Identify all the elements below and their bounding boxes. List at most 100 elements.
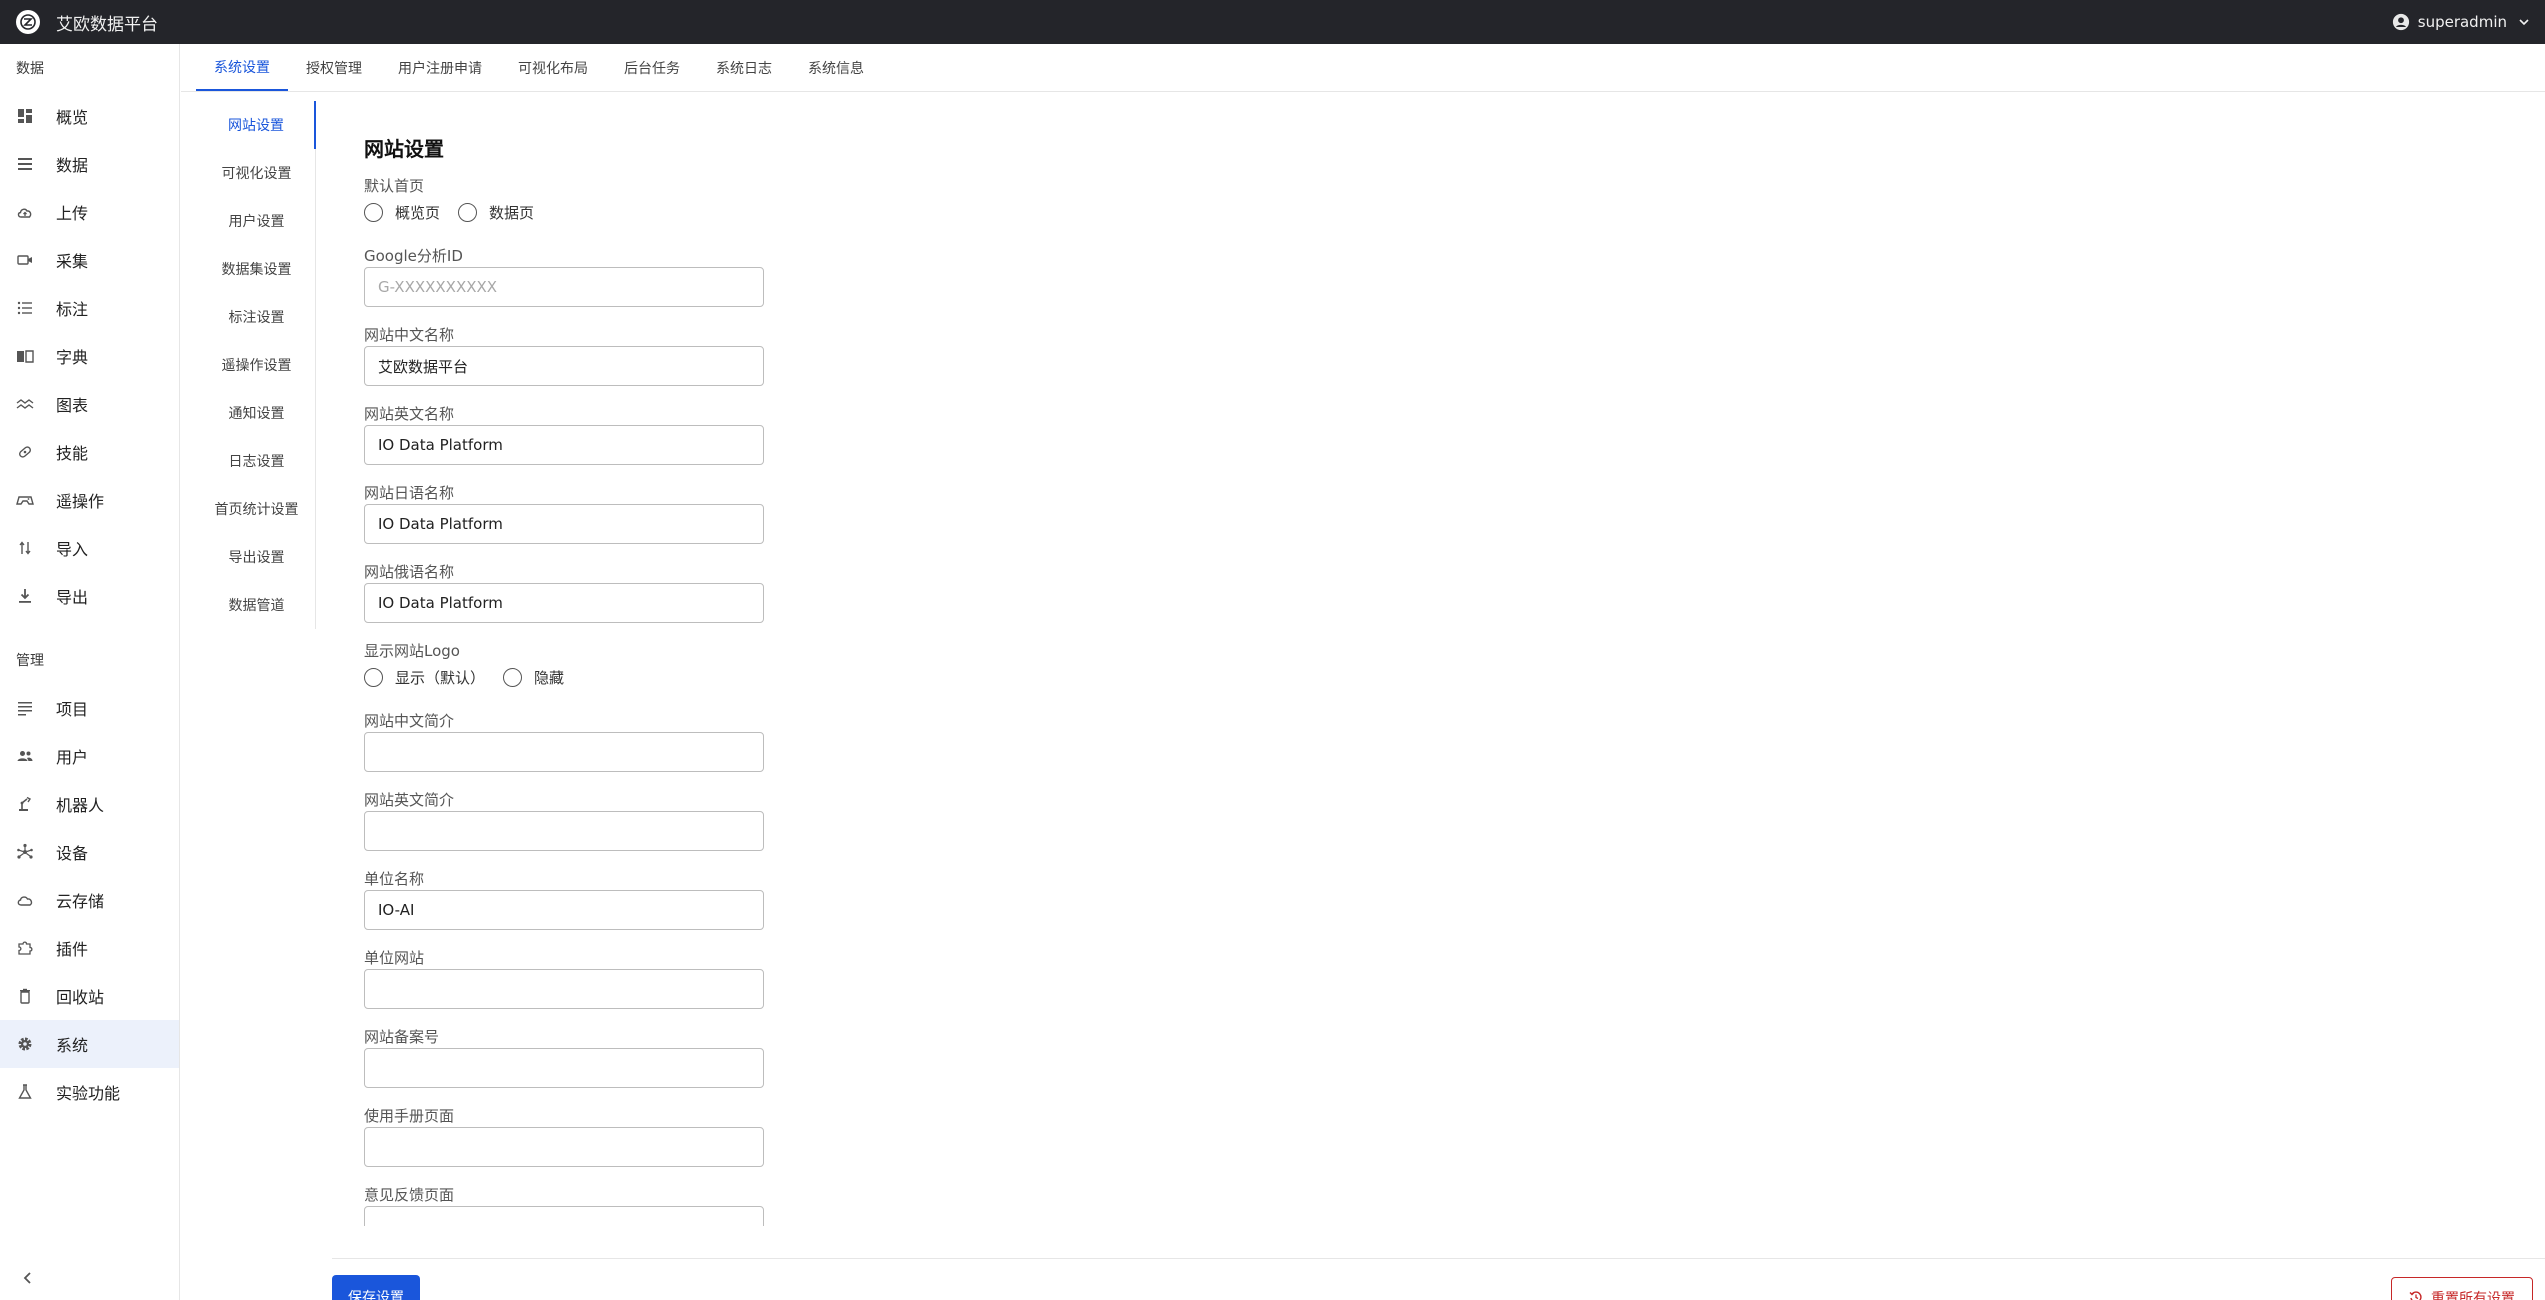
subnav-home-stats-settings[interactable]: 首页统计设置 — [198, 485, 315, 533]
icp-input[interactable] — [364, 1048, 764, 1088]
intro-en-input[interactable] — [364, 811, 764, 851]
tab-background-tasks[interactable]: 后台任务 — [606, 44, 698, 91]
show-logo-label: 显示网站Logo — [364, 642, 460, 660]
subnav-export-settings[interactable]: 导出设置 — [198, 533, 315, 581]
manual-input[interactable] — [364, 1127, 764, 1167]
sidebar-item-data[interactable]: 数据 — [0, 140, 179, 188]
book-icon — [16, 347, 34, 365]
sidebar-item-plugins[interactable]: 插件 — [0, 924, 179, 972]
sidebar-item-devices[interactable]: 设备 — [0, 828, 179, 876]
collapse-sidebar-icon[interactable] — [18, 1268, 38, 1288]
radio-data-page[interactable]: 数据页 — [458, 202, 534, 223]
sidebar-item-skills[interactable]: 技能 — [0, 428, 179, 476]
radio-overview-page[interactable]: 概览页 — [364, 202, 440, 223]
tab-visual-layout[interactable]: 可视化布局 — [500, 44, 606, 91]
subnav-data-pipeline[interactable]: 数据管道 — [198, 581, 315, 629]
sidebar-item-label: 导入 — [56, 540, 89, 559]
tab-system-logs[interactable]: 系统日志 — [698, 44, 790, 91]
sidebar-item-label: 导出 — [56, 588, 89, 607]
device-hub-icon — [16, 843, 34, 861]
intro-zh-label: 网站中文简介 — [364, 712, 455, 730]
top-bar: 艾欧数据平台 superadmin — [0, 0, 2545, 44]
sidebar-item-upload[interactable]: 上传 — [0, 188, 179, 236]
subnav-website-settings[interactable]: 网站设置 — [198, 101, 316, 149]
icp-label: 网站备案号 — [364, 1028, 440, 1046]
radio-circle[interactable] — [364, 667, 383, 687]
default-home-label: 默认首页 — [364, 177, 425, 195]
sidebar-item-overview[interactable]: 概览 — [0, 92, 179, 140]
download-icon — [16, 587, 34, 605]
tab-system-settings[interactable]: 系统设置 — [196, 44, 288, 91]
radio-circle[interactable] — [503, 667, 523, 687]
name-zh-label: 网站中文名称 — [364, 326, 455, 344]
ga-id-input[interactable] — [364, 267, 764, 307]
org-site-label: 单位网站 — [364, 949, 425, 967]
sidebar-item-label: 系统 — [56, 1036, 89, 1055]
sidebar-section-data: 数据 — [16, 61, 44, 77]
video-camera-icon — [16, 251, 34, 269]
subnav-notification-settings[interactable]: 通知设置 — [198, 389, 315, 437]
subnav-user-settings[interactable]: 用户设置 — [198, 197, 315, 245]
sidebar-item-cloud-storage[interactable]: 云存储 — [0, 876, 179, 924]
feedback-input[interactable] — [364, 1206, 764, 1226]
trash-icon — [16, 987, 34, 1005]
bullet-list-icon — [16, 299, 34, 317]
cloud-upload-icon — [16, 203, 34, 221]
sidebar-item-collect[interactable]: 采集 — [0, 236, 179, 284]
subnav-annotation-settings[interactable]: 标注设置 — [198, 293, 315, 341]
tab-license[interactable]: 授权管理 — [288, 44, 380, 91]
sidebar-item-users[interactable]: 用户 — [0, 732, 179, 780]
sidebar-item-export[interactable]: 导出 — [0, 572, 179, 620]
list-icon — [16, 155, 34, 173]
users-icon — [16, 747, 34, 765]
name-ja-input[interactable] — [364, 504, 764, 544]
sidebar-item-label: 遥操作 — [56, 492, 105, 511]
subnav-visualization-settings[interactable]: 可视化设置 — [198, 149, 315, 197]
tab-system-info[interactable]: 系统信息 — [790, 44, 882, 91]
sidebar-item-robots[interactable]: 机器人 — [0, 780, 179, 828]
project-icon — [16, 699, 34, 717]
radio-hide-logo[interactable]: 隐藏 — [503, 667, 564, 688]
reset-all-button[interactable]: 重置所有设置 — [2391, 1277, 2533, 1300]
show-logo-radio-group: 显示（默认） 隐藏 — [364, 662, 784, 692]
app-logo-icon[interactable] — [16, 10, 40, 34]
sidebar: 数据 概览 数据 上传 采集 标注 字典 图表 技能 遥操作 导入 导出 管理 … — [0, 44, 180, 1300]
radio-show-logo[interactable]: 显示（默认） — [364, 667, 485, 688]
name-ja-label: 网站日语名称 — [364, 484, 455, 502]
sidebar-item-annotate[interactable]: 标注 — [0, 284, 179, 332]
sidebar-item-system[interactable]: 系统 — [0, 1020, 179, 1068]
sidebar-item-charts[interactable]: 图表 — [0, 380, 179, 428]
radio-circle[interactable] — [458, 202, 478, 222]
sidebar-item-import[interactable]: 导入 — [0, 524, 179, 572]
intro-zh-input[interactable] — [364, 732, 764, 772]
app-title[interactable]: 艾欧数据平台 — [56, 10, 158, 35]
page-title: 网站设置 — [364, 137, 444, 161]
subnav-log-settings[interactable]: 日志设置 — [198, 437, 315, 485]
sidebar-item-dictionary[interactable]: 字典 — [0, 332, 179, 380]
name-ru-input[interactable] — [364, 583, 764, 623]
sidebar-item-label: 云存储 — [56, 892, 105, 911]
radio-label: 概览页 — [395, 203, 441, 222]
sidebar-item-teleop[interactable]: 遥操作 — [0, 476, 179, 524]
account-circle-icon — [2392, 13, 2409, 31]
settings-subnav: 网站设置 可视化设置 用户设置 数据集设置 标注设置 遥操作设置 通知设置 日志… — [198, 101, 316, 629]
name-en-input[interactable] — [364, 425, 764, 465]
radio-circle[interactable] — [364, 202, 383, 222]
sidebar-item-label: 插件 — [56, 940, 89, 959]
sidebar-item-label: 项目 — [56, 700, 89, 719]
name-en-label: 网站英文名称 — [364, 405, 455, 423]
chevron-down-icon — [2519, 19, 2529, 26]
user-menu[interactable]: superadmin — [2392, 0, 2531, 44]
intro-en-label: 网站英文简介 — [364, 791, 455, 809]
subnav-dataset-settings[interactable]: 数据集设置 — [198, 245, 315, 293]
name-zh-input[interactable] — [364, 346, 764, 386]
tab-registration-requests[interactable]: 用户注册申请 — [380, 44, 500, 91]
org-name-input[interactable] — [364, 890, 764, 930]
subnav-teleop-settings[interactable]: 遥操作设置 — [198, 341, 315, 389]
sidebar-item-label: 回收站 — [56, 988, 105, 1007]
sidebar-item-recycle-bin[interactable]: 回收站 — [0, 972, 179, 1020]
sidebar-item-projects[interactable]: 项目 — [0, 684, 179, 732]
org-site-input[interactable] — [364, 969, 764, 1009]
sidebar-item-experimental[interactable]: 实验功能 — [0, 1068, 179, 1116]
save-button[interactable]: 保存设置 — [332, 1275, 420, 1300]
